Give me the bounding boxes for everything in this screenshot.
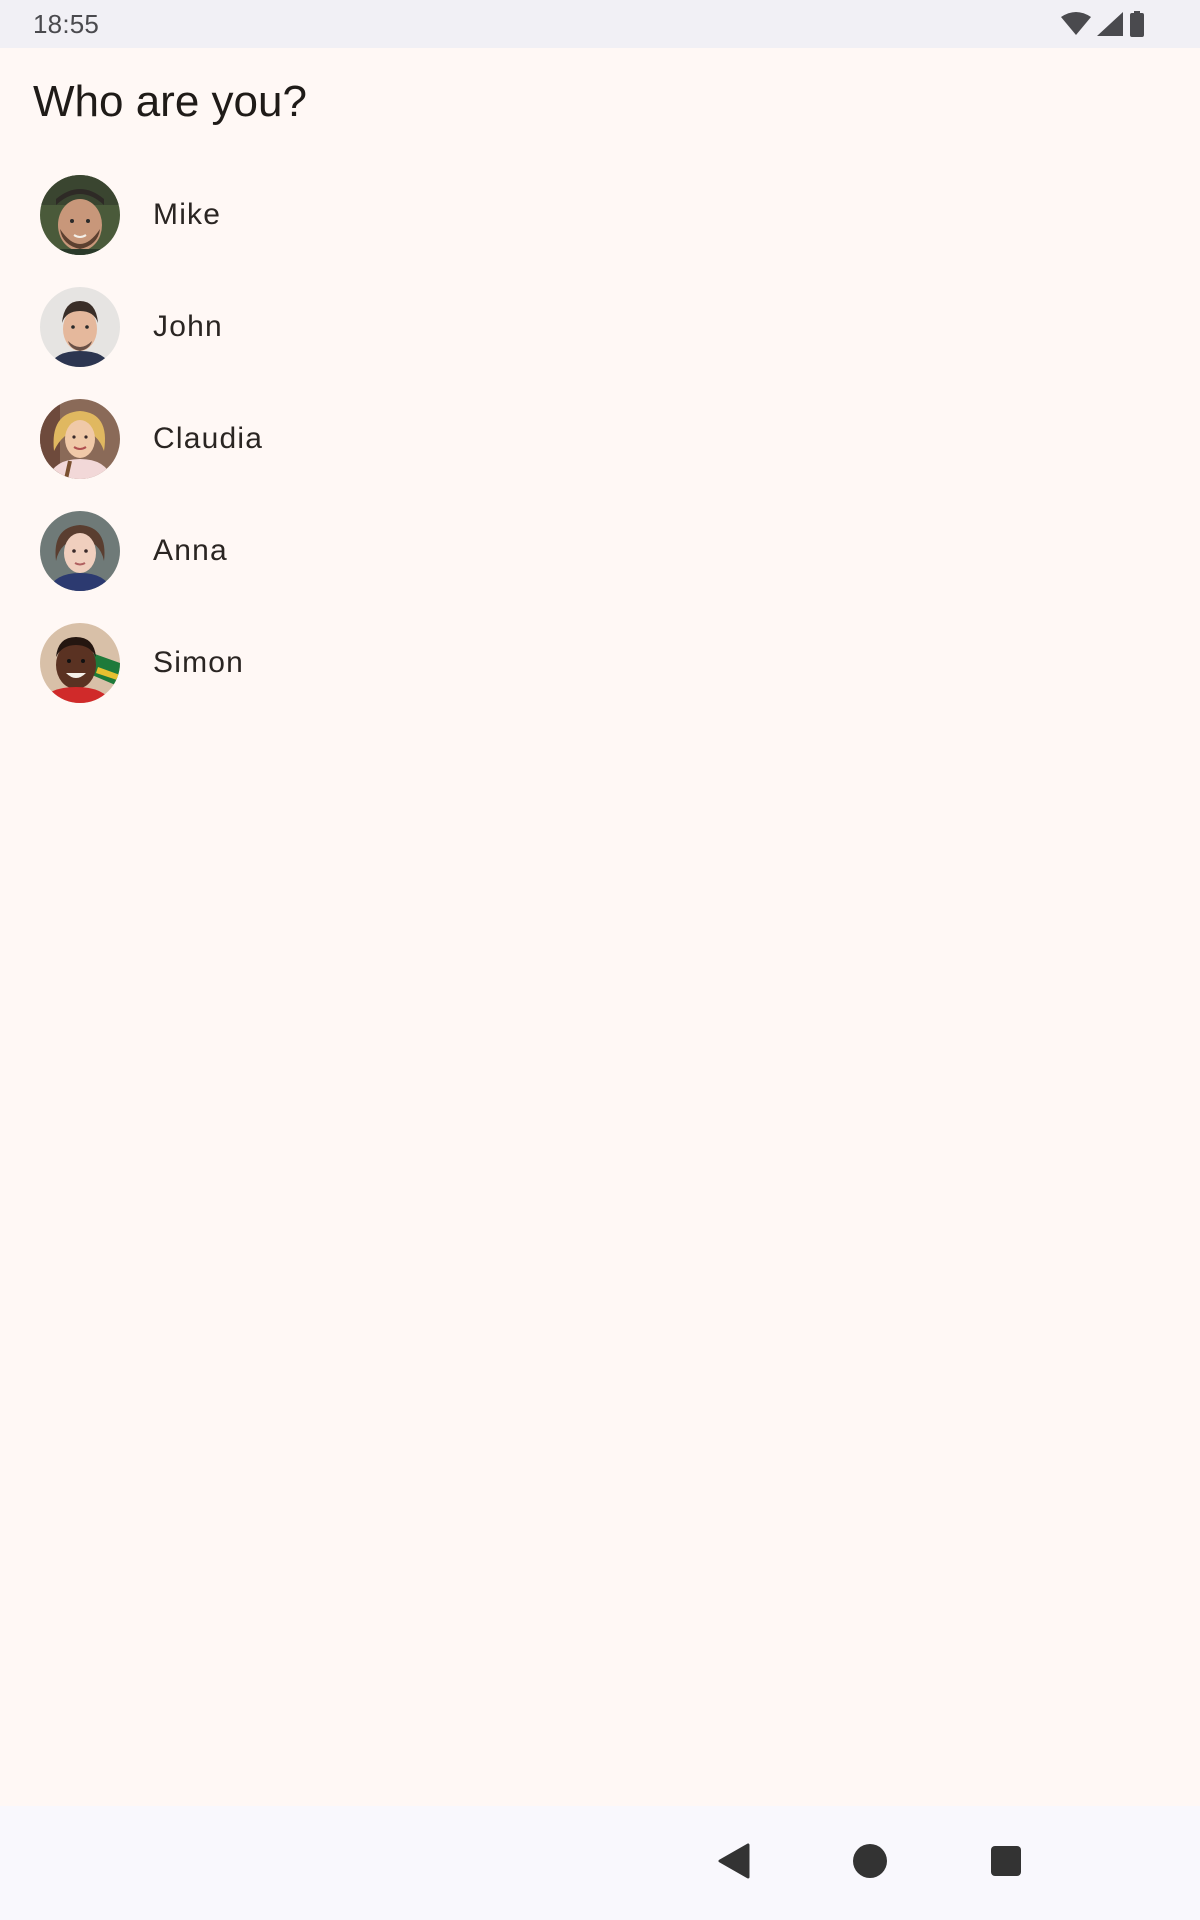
avatar-john <box>40 287 120 367</box>
user-item-anna[interactable]: Anna <box>0 495 1200 607</box>
user-item-mike[interactable]: Mike <box>0 159 1200 271</box>
user-item-simon[interactable]: Simon <box>0 607 1200 719</box>
home-button[interactable] <box>834 1830 906 1896</box>
user-list: Mike John Claudia Anna Simon <box>0 159 1200 719</box>
back-button[interactable] <box>698 1830 770 1896</box>
status-bar: 18:55 <box>0 0 1200 48</box>
user-name: Claudia <box>153 422 264 455</box>
user-item-claudia[interactable]: Claudia <box>0 383 1200 495</box>
user-item-john[interactable]: John <box>0 271 1200 383</box>
avatar-anna <box>40 511 120 591</box>
back-icon <box>718 1843 750 1884</box>
wifi-icon <box>1061 12 1091 36</box>
user-name: Anna <box>153 534 228 567</box>
recents-button[interactable] <box>970 1830 1042 1896</box>
home-icon <box>852 1843 888 1884</box>
avatar-mike <box>40 175 120 255</box>
user-name: John <box>153 310 223 343</box>
navigation-bar <box>0 1806 1200 1920</box>
avatar-claudia <box>40 399 120 479</box>
recents-icon <box>990 1845 1022 1882</box>
page-title: Who are you? <box>33 77 307 126</box>
cellular-signal-icon <box>1097 12 1123 36</box>
battery-icon <box>1129 11 1145 37</box>
user-name: Mike <box>153 198 222 231</box>
status-icons <box>1061 10 1145 38</box>
user-name: Simon <box>153 646 245 679</box>
status-time: 18:55 <box>33 9 100 39</box>
avatar-simon <box>40 623 120 703</box>
